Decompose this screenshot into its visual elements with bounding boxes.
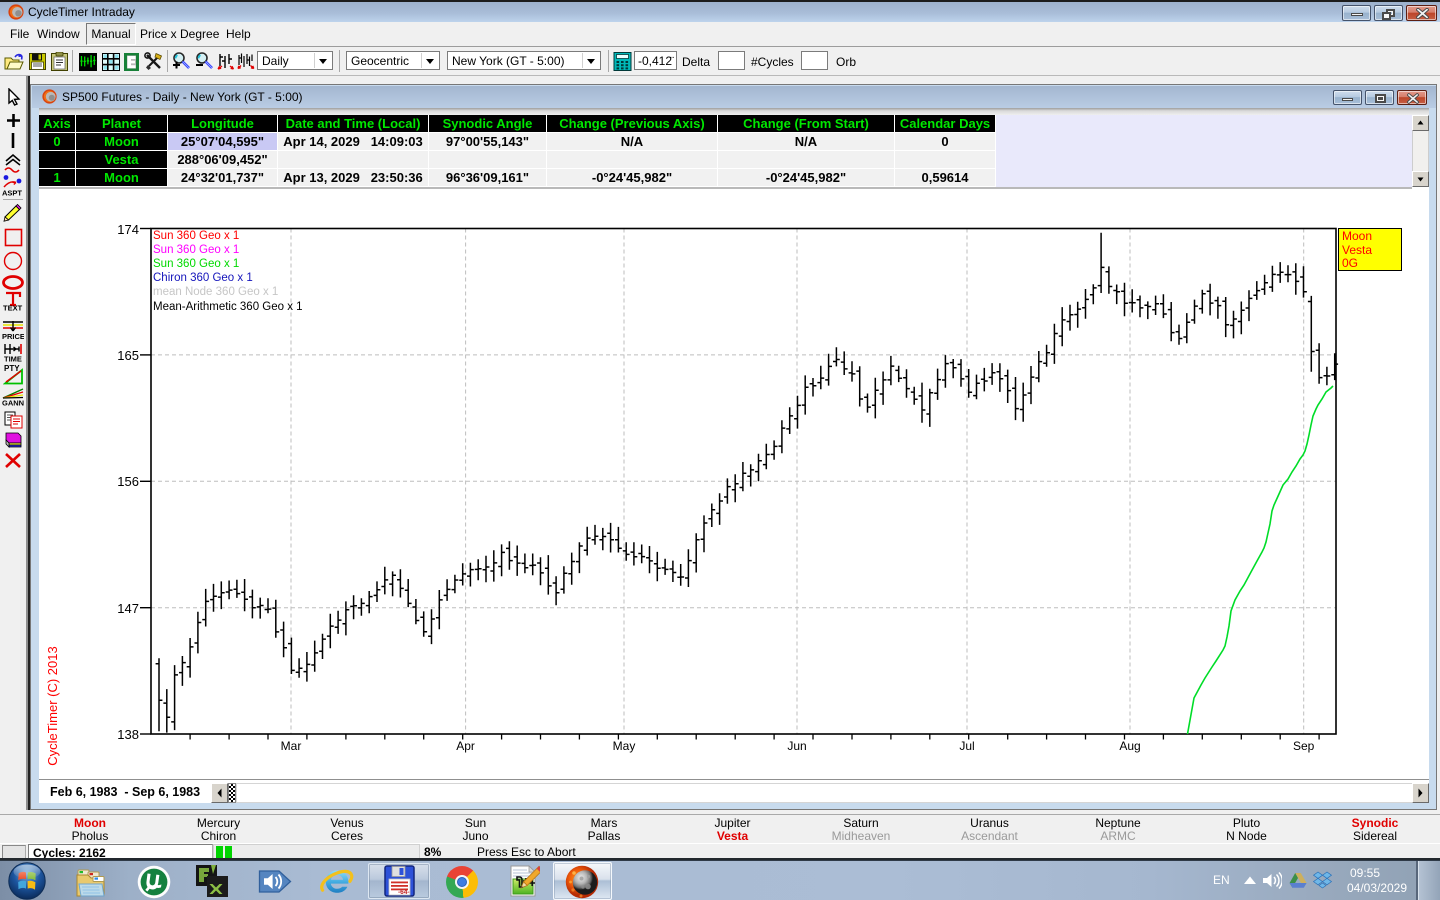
svg-text:GANN: GANN	[2, 399, 24, 407]
svg-text:PTY: PTY	[4, 364, 20, 373]
svg-text:TIME: TIME	[4, 355, 22, 363]
svg-text:PRICE: PRICE	[2, 332, 24, 340]
svg-text:ASPT: ASPT	[2, 189, 22, 198]
svg-text:TEXT: TEXT	[3, 304, 23, 312]
svg-text:-64-: -64-	[398, 889, 410, 896]
